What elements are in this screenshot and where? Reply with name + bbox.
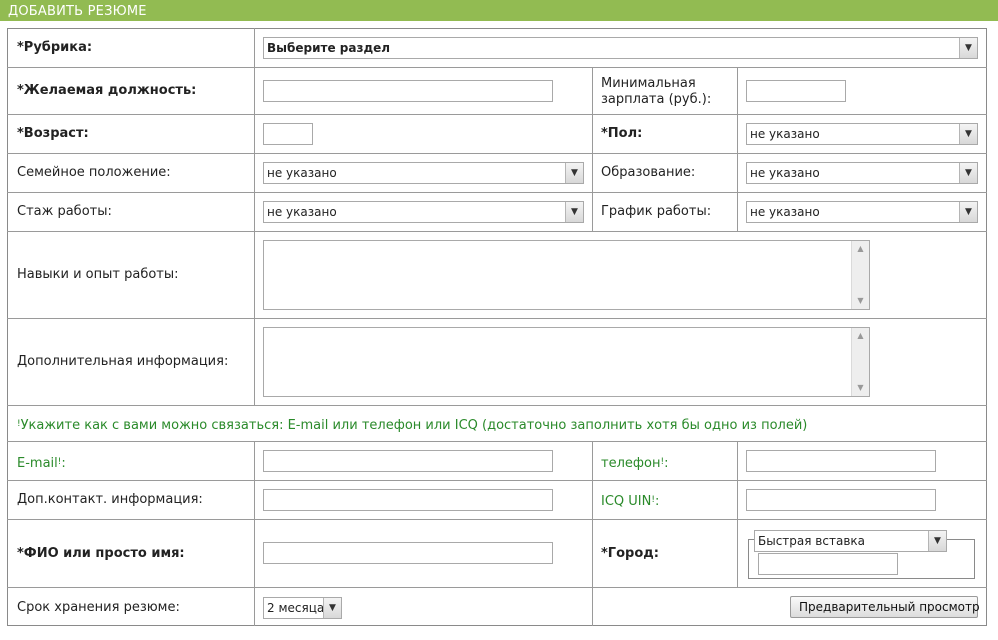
education-select-value: не указано bbox=[750, 166, 820, 180]
contact-note: !Укажите как с вами можно связаться: E-m… bbox=[17, 418, 807, 434]
city-label: *Город: bbox=[601, 546, 659, 561]
icq-label-text: ICQ UIN bbox=[601, 494, 652, 509]
scroll-up-icon[interactable]: ▲ bbox=[852, 241, 869, 257]
chevron-down-icon: ▼ bbox=[959, 163, 977, 183]
position-label: *Желаемая должность: bbox=[17, 83, 197, 98]
col-divider bbox=[737, 441, 738, 587]
education-label: Образование: bbox=[601, 165, 696, 180]
name-input[interactable] bbox=[263, 542, 553, 564]
email-label: E-mail!: bbox=[17, 456, 66, 472]
experience-select-value: не указано bbox=[267, 205, 337, 219]
col-divider bbox=[592, 67, 593, 231]
schedule-label: График работы: bbox=[601, 204, 712, 219]
required-mark: ! bbox=[17, 419, 21, 429]
experience-select[interactable]: не указано ▼ bbox=[263, 201, 584, 223]
schedule-select[interactable]: не указано ▼ bbox=[746, 201, 978, 223]
chevron-down-icon: ▼ bbox=[959, 124, 977, 144]
chevron-down-icon: ▼ bbox=[959, 38, 977, 58]
chevron-down-icon: ▼ bbox=[928, 531, 946, 551]
gender-label: *Пол: bbox=[601, 126, 643, 141]
gender-select-value: не указано bbox=[750, 127, 820, 141]
form-header: ДОБАВИТЬ РЕЗЮМЕ bbox=[0, 0, 998, 21]
required-mark: ! bbox=[651, 495, 655, 505]
phone-label: телефон!: bbox=[601, 456, 668, 472]
preview-button[interactable]: Предварительный просмотр bbox=[790, 596, 980, 618]
salary-input[interactable] bbox=[746, 80, 846, 102]
extra-contact-label: Доп.контакт. информация: bbox=[17, 492, 203, 507]
row-divider bbox=[7, 587, 987, 588]
row-divider bbox=[7, 114, 987, 115]
row-divider bbox=[7, 480, 987, 481]
marital-select-value: не указано bbox=[267, 166, 337, 180]
col-divider bbox=[254, 441, 255, 626]
col-divider bbox=[254, 28, 255, 405]
icq-input[interactable] bbox=[746, 489, 936, 511]
scrollbar[interactable]: ▲ ▼ bbox=[851, 241, 869, 309]
position-input[interactable] bbox=[263, 80, 553, 102]
city-input[interactable] bbox=[758, 553, 898, 575]
icq-label-suffix: : bbox=[654, 494, 660, 509]
col-divider bbox=[592, 441, 593, 626]
row-divider bbox=[7, 405, 987, 406]
phone-input[interactable] bbox=[746, 450, 936, 472]
schedule-select-value: не указано bbox=[750, 205, 820, 219]
skills-textarea[interactable]: ▲ ▼ bbox=[263, 240, 870, 310]
rubric-select-value: Выберите раздел bbox=[267, 41, 391, 55]
row-divider bbox=[7, 519, 987, 520]
marital-select[interactable]: не указано ▼ bbox=[263, 162, 584, 184]
scrollbar[interactable]: ▲ ▼ bbox=[851, 328, 869, 396]
scroll-down-icon[interactable]: ▼ bbox=[852, 380, 869, 396]
storage-select-value: 2 месяца bbox=[267, 601, 325, 615]
phone-label-text: телефон bbox=[601, 456, 661, 471]
skills-label: Навыки и опыт работы: bbox=[17, 267, 179, 282]
age-input[interactable] bbox=[263, 123, 313, 145]
city-quick-insert-select[interactable]: Быстрая вставка ▼ bbox=[754, 530, 947, 552]
storage-label: Срок хранения резюме: bbox=[17, 600, 180, 615]
chevron-down-icon: ▼ bbox=[565, 202, 583, 222]
row-divider bbox=[7, 318, 987, 319]
rubric-select[interactable]: Выберите раздел ▼ bbox=[263, 37, 978, 59]
extra-label: Дополнительная информация: bbox=[17, 354, 229, 369]
salary-label-line1: Минимальная bbox=[601, 76, 696, 91]
storage-select[interactable]: 2 месяца ▼ bbox=[263, 597, 342, 619]
icq-label: ICQ UIN!: bbox=[601, 494, 659, 510]
rubric-label: *Рубрика: bbox=[17, 40, 93, 55]
chevron-down-icon: ▼ bbox=[959, 202, 977, 222]
scroll-up-icon[interactable]: ▲ bbox=[852, 328, 869, 344]
chevron-down-icon: ▼ bbox=[323, 598, 341, 618]
row-divider bbox=[7, 441, 987, 442]
chevron-down-icon: ▼ bbox=[565, 163, 583, 183]
name-label: *ФИО или просто имя: bbox=[17, 546, 185, 561]
email-label-text: E-mail bbox=[17, 456, 58, 471]
extra-textarea[interactable]: ▲ ▼ bbox=[263, 327, 870, 397]
phone-label-suffix: : bbox=[664, 456, 669, 471]
salary-label: Минимальная зарплата (руб.): bbox=[601, 76, 711, 108]
experience-label: Стаж работы: bbox=[17, 204, 112, 219]
salary-label-line2: зарплата (руб.): bbox=[601, 92, 712, 107]
row-divider bbox=[7, 153, 987, 154]
age-label: *Возраст: bbox=[17, 126, 89, 141]
education-select[interactable]: не указано ▼ bbox=[746, 162, 978, 184]
gender-select[interactable]: не указано ▼ bbox=[746, 123, 978, 145]
required-mark: ! bbox=[57, 457, 62, 467]
marital-label: Семейное положение: bbox=[17, 165, 171, 180]
contact-note-text: Укажите как с вами можно связаться: E-ma… bbox=[20, 418, 808, 433]
email-label-suffix: : bbox=[61, 456, 66, 471]
row-divider bbox=[7, 67, 987, 68]
scroll-down-icon[interactable]: ▼ bbox=[852, 293, 869, 309]
row-divider bbox=[7, 192, 987, 193]
extra-contact-input[interactable] bbox=[263, 489, 553, 511]
email-input[interactable] bbox=[263, 450, 553, 472]
col-divider bbox=[737, 67, 738, 231]
required-mark: ! bbox=[660, 457, 665, 467]
row-divider bbox=[7, 231, 987, 232]
city-quick-insert-value: Быстрая вставка bbox=[758, 534, 865, 548]
